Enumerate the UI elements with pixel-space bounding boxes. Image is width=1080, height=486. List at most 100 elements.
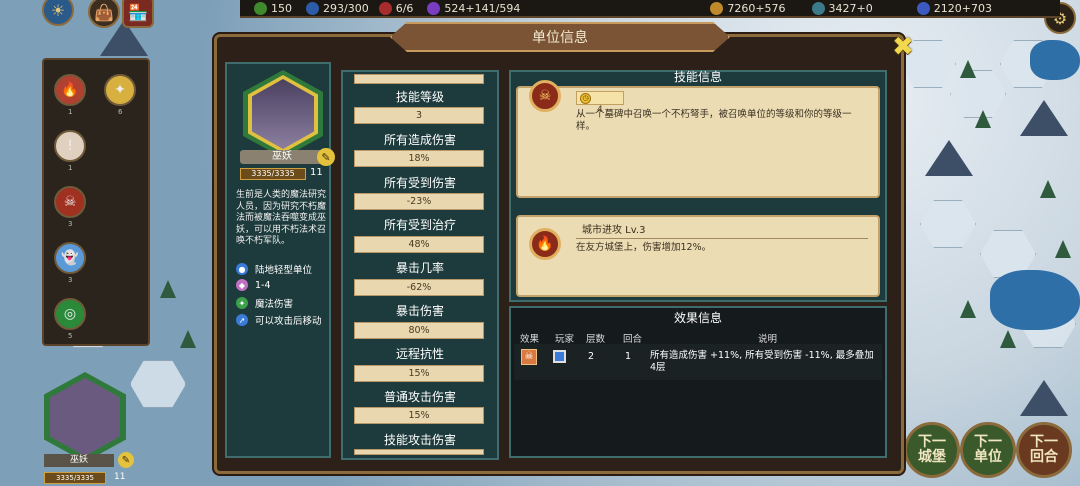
strike-skill-icon[interactable]: ! (54, 130, 86, 162)
summon-skill-icon: ☠ (529, 80, 561, 112)
unit-name: 巫妖 (240, 150, 324, 164)
edit-icon[interactable]: ✎ (118, 452, 134, 468)
city-attack-icon: 🔥 (529, 228, 561, 260)
stat-value: 15% (354, 365, 484, 382)
skill-count: 3 (68, 220, 73, 228)
production-icon (811, 1, 825, 15)
unit-level: 11 (310, 167, 323, 178)
mana-icon (427, 1, 441, 15)
column-header: 说明 (758, 334, 778, 345)
resource-value: 150 (271, 1, 292, 15)
modal-title: 单位信息 (390, 22, 730, 52)
stat-value: 48% (354, 236, 484, 253)
unit-description: 生前是人类的魔法研究人员，因为研究不朽魔法而被魔法吞噬变成巫妖，可以用不朽法术召… (236, 190, 327, 246)
column-header: 回合 (623, 334, 643, 345)
gold-coin-icon (254, 1, 267, 15)
bottom-unit-hp: 3335/3335 (44, 472, 106, 484)
skill-count: 3 (68, 276, 73, 284)
effect-turns: 1 (625, 351, 632, 362)
skill-count: 1 (68, 164, 73, 172)
bottom-unit-name: 巫妖 (44, 454, 114, 467)
stat-value: -62% (354, 279, 484, 296)
skill-count: 1 (68, 108, 73, 116)
move-after-attack-icon: ➚ (236, 314, 248, 326)
ring-skill-icon[interactable]: ◎ (54, 298, 86, 330)
ground-unit-icon: ● (236, 263, 248, 275)
stat-label: 所有受到治疗 (383, 218, 456, 232)
trait-item: ➚ 可以攻击后移动 (236, 313, 322, 327)
stat-value: 80% (354, 322, 484, 339)
trait-item: ● 陆地轻型单位 (236, 262, 312, 276)
skill-count: 5 (68, 332, 73, 340)
stat-label: 暴击伤害 (395, 304, 444, 318)
money-icon (710, 1, 724, 15)
fire-skill-icon[interactable]: 🔥 (54, 74, 86, 106)
column-header: 效果 (520, 334, 540, 345)
stat-label: 技能攻击伤害 (383, 433, 456, 447)
trait-label: 可以攻击后移动 (255, 316, 322, 327)
stat-value: -23% (354, 193, 484, 210)
resource-item: 6/6 (378, 1, 414, 15)
resource-item: 2120+703 (916, 1, 992, 15)
clock-icon: ◷ (580, 93, 591, 104)
skill-count: 6 (118, 108, 123, 116)
skill-description: 从一个墓碑中召唤一个不朽弩手，被召唤单位的等级和你的等级一样。 (576, 109, 852, 132)
resource-item: 3427+0 (811, 1, 873, 15)
skill-name-underline (576, 238, 868, 239)
skill-info-header: 技能信息 (673, 70, 722, 84)
population-icon (306, 1, 319, 15)
column-header: 玩家 (555, 334, 575, 345)
bottom-unit-level: 11 (114, 472, 126, 482)
shop-icon[interactable]: 🏪 (122, 0, 154, 28)
next-unit-button[interactable]: 下一 单位 (960, 422, 1016, 478)
skill-description: 在友方城堡上，伤害增加12%。 (576, 242, 712, 253)
stat-value: 3 (354, 107, 484, 124)
effect-stacks: 2 (588, 351, 595, 362)
resource-item: 7260+576 (710, 1, 786, 15)
trait-label: 陆地轻型单位 (255, 265, 313, 276)
stat-label: 远程抗性 (395, 347, 444, 361)
skill-card (516, 215, 880, 297)
unit-count-icon (378, 1, 392, 15)
summon-skill-icon[interactable]: ☠ (54, 186, 86, 218)
stat-value: 15% (354, 407, 484, 424)
resource-value: 2120+703 (933, 1, 992, 15)
effect-info-header: 效果信息 (673, 311, 722, 325)
resource-item: 150 (254, 1, 292, 15)
effect-info-panel (509, 306, 887, 458)
next-city-button[interactable]: 下一 城堡 (904, 422, 960, 478)
trait-item: ◆ 1-4 (236, 279, 271, 291)
stat-value (354, 74, 484, 84)
stat-label: 暴击几率 (395, 261, 444, 275)
edit-icon[interactable]: ✎ (317, 148, 335, 166)
next-turn-button[interactable]: 下一 回合 (1016, 422, 1072, 478)
unit-hp-bar: 3335/3335 (240, 168, 306, 180)
light-skill-icon[interactable]: ✦ (104, 74, 136, 106)
buff-icon: ☠ (521, 349, 537, 365)
column-header: 层数 (586, 334, 606, 345)
stat-label: 普通攻击伤害 (383, 390, 456, 404)
trait-label: 魔法伤害 (255, 299, 294, 310)
effect-description: 所有造成伤害 +11%, 所有受到伤害 -11%, 最多叠加4层 (650, 350, 874, 373)
resource-bar: 150 293/300 6/6 524+141/594 7260+576 342… (240, 0, 1060, 18)
resource-item: 293/300 (306, 1, 369, 15)
stat-label: 技能等级 (395, 90, 444, 104)
trait-item: ✦ 魔法伤害 (236, 296, 293, 310)
resource-value: 3427+0 (828, 1, 873, 15)
research-icon (916, 1, 930, 15)
resource-value: 7260+576 (727, 1, 786, 15)
stat-value (354, 449, 484, 455)
cooldown-box: ◷ 4 (576, 91, 624, 115)
skill-card (516, 86, 880, 198)
magic-damage-icon: ✦ (236, 297, 248, 309)
trait-label: 1-4 (255, 279, 271, 291)
range-icon: ◆ (236, 279, 248, 291)
stat-value: 18% (354, 150, 484, 167)
resource-value: 6/6 (395, 1, 414, 15)
resource-item: 524+141/594 (427, 1, 520, 15)
skill-name: 城市进攻 Lv.3 (582, 225, 646, 236)
close-icon[interactable]: ✖ (886, 30, 920, 64)
player-flag-icon (553, 350, 566, 363)
stat-label: 所有受到伤害 (383, 176, 456, 190)
ghost-skill-icon[interactable]: 👻 (54, 242, 86, 274)
